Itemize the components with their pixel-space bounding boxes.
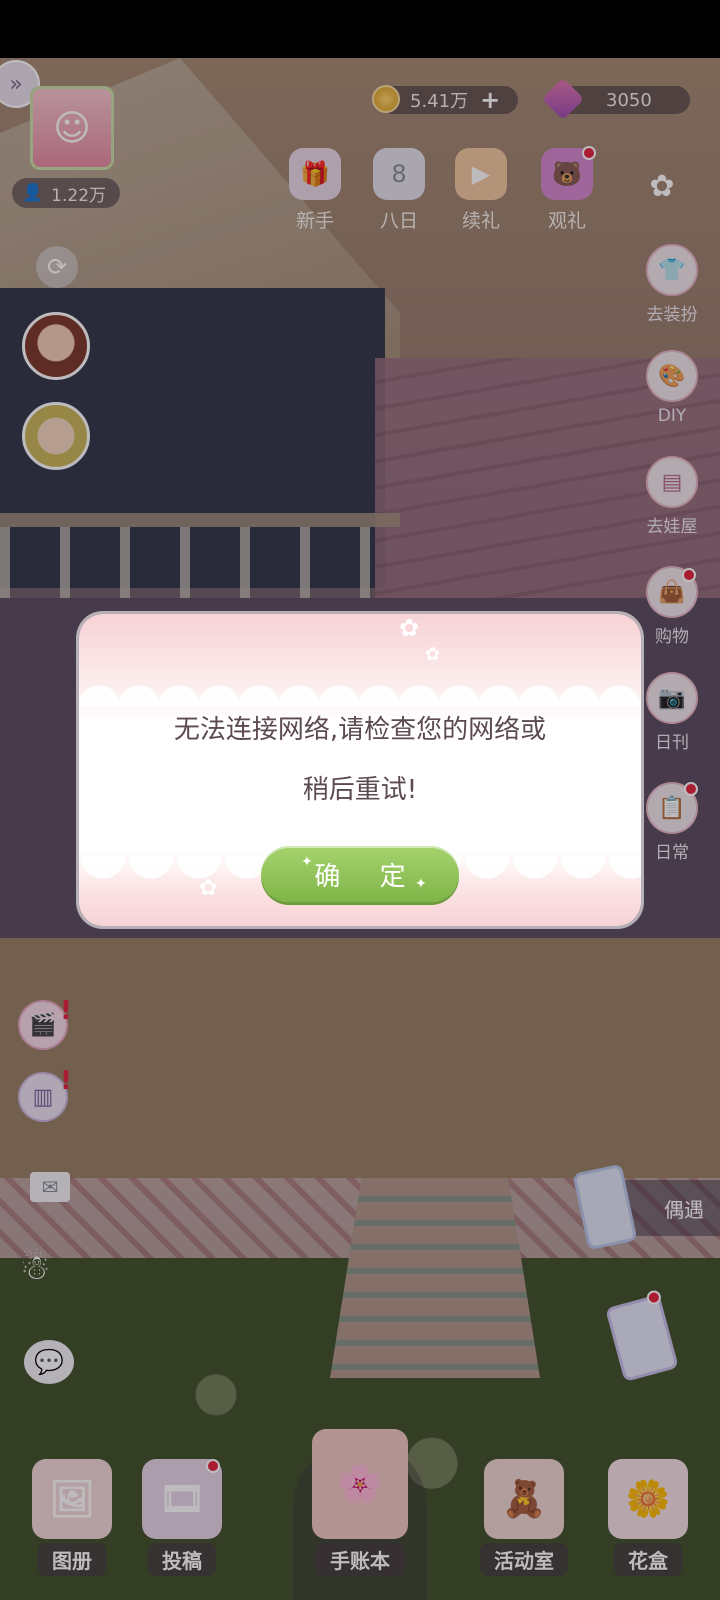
dialog-message-line1: 无法连接网络,请检查您的网络或 (173, 715, 547, 745)
sparkle-icon: ✦ (301, 854, 313, 870)
flower-decoration-icon: ✿ (425, 644, 441, 665)
confirm-button[interactable]: 确 定 (261, 846, 459, 902)
sparkle-icon: ✦ (415, 876, 427, 892)
dialog-message-line2: 稍后重试! (302, 775, 418, 805)
flower-decoration-icon: ✿ (199, 876, 218, 901)
network-error-dialog: ✿ ✿ ✿ 无法连接网络,请检查您的网络或 稍后重试! 确 定 ✦ ✦ (79, 614, 641, 926)
game-screen: » ☺ 👤 1.22万 5.41万 + 3050 🎁 新手 8 八日 ▶ 续礼 … (0, 0, 720, 1600)
flower-decoration-icon: ✿ (399, 614, 420, 642)
dialog-message: 无法连接网络,请检查您的网络或 稍后重试! (119, 700, 601, 820)
